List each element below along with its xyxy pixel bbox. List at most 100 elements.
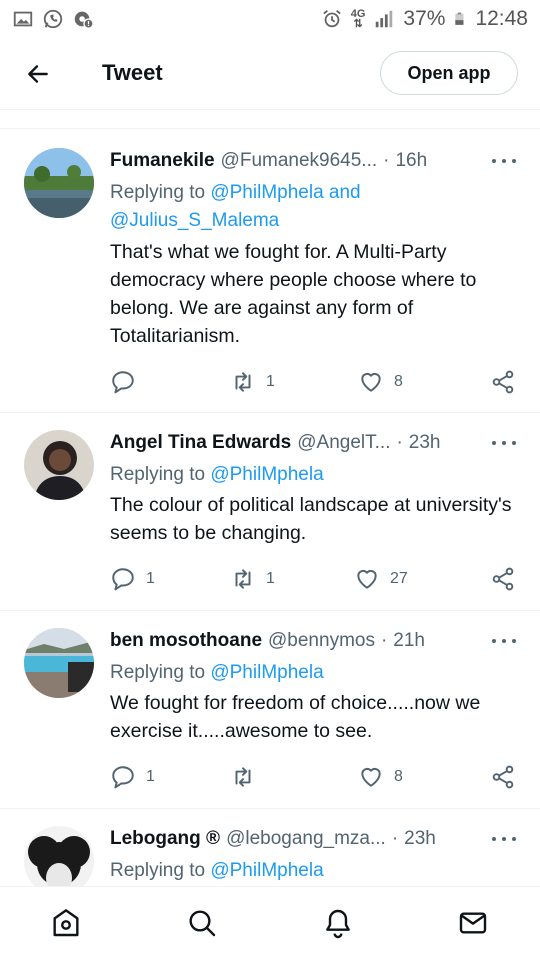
alarm-icon (322, 10, 341, 28)
more-options-icon[interactable] (492, 434, 516, 452)
mention-link[interactable]: @PhilMphela (210, 662, 323, 683)
mention-link[interactable]: @PhilMphela (210, 182, 323, 203)
like-button[interactable]: 8 (358, 368, 403, 396)
avatar[interactable] (24, 148, 94, 218)
author-name[interactable]: Fumanekile (110, 150, 215, 172)
reply-count: 1 (146, 768, 155, 785)
mention-link[interactable]: @PhilMphela (210, 860, 323, 881)
more-options-icon[interactable] (492, 152, 516, 170)
replying-to: Replying to @PhilMphela (110, 464, 324, 485)
share-icon (492, 370, 514, 394)
like-count: 8 (394, 373, 403, 390)
landscape-avatar-image (24, 148, 94, 218)
reply-icon (112, 568, 134, 591)
retweet-count: 1 (266, 373, 275, 390)
reply-button[interactable] (110, 368, 146, 396)
separator-dot: · (396, 432, 403, 453)
reply-button[interactable]: 1 (110, 565, 155, 593)
tweet[interactable]: Fumanekile @Fumanek9645... · 16h Replyin… (0, 129, 540, 413)
heart-icon (357, 569, 377, 589)
author-handle[interactable]: @bennymos (268, 630, 375, 652)
bottom-navigation (0, 886, 540, 960)
like-count: 27 (390, 570, 408, 587)
reply-count: 1 (146, 570, 155, 587)
author-name[interactable]: Lebogang ® (110, 828, 220, 850)
retweet-icon (235, 569, 251, 589)
like-count: 8 (394, 768, 403, 785)
pool-avatar-image (24, 628, 94, 698)
tweet-time[interactable]: 16h (395, 150, 427, 172)
reply-icon (112, 371, 134, 394)
replying-to: Replying to @PhilMphela (110, 860, 324, 881)
retweet-button[interactable]: 1 (230, 368, 275, 396)
tweet[interactable]: Angel Tina Edwards @AngelT... · 23h Repl… (0, 413, 540, 611)
open-app-button[interactable]: Open app (380, 51, 518, 95)
heart-icon (361, 767, 381, 787)
avatar[interactable] (24, 430, 94, 500)
tweet-header: Lebogang ® @lebogang_mza... · 23h (110, 826, 516, 852)
more-options-icon[interactable] (492, 830, 516, 848)
like-button[interactable]: 27 (354, 565, 408, 593)
person-avatar-image (24, 430, 94, 500)
avatar[interactable] (24, 628, 94, 698)
reply-icon (112, 766, 134, 789)
tweet-actions: 1 8 (110, 368, 516, 396)
search-icon (189, 910, 216, 937)
retweet-button[interactable]: 1 (230, 565, 275, 593)
author-handle[interactable]: @AngelT... (297, 432, 390, 454)
settings-notification-icon (74, 11, 94, 29)
tweet-header: ben mosothoane @bennymos · 21h (110, 628, 516, 654)
separator-dot: · (380, 630, 388, 651)
replying-to: Replying to @PhilMphela (110, 662, 324, 683)
clock: 12:48 (475, 7, 528, 30)
tweet-time[interactable]: 23h (404, 828, 436, 850)
nav-notifications[interactable] (320, 905, 356, 941)
arrow-left-icon (28, 65, 48, 83)
top-header: Tweet Open app (0, 38, 540, 110)
author-name[interactable]: ben mosothoane (110, 630, 262, 652)
author-name[interactable]: Angel Tina Edwards (110, 432, 291, 454)
share-button[interactable] (490, 565, 516, 593)
afro-avatar-image (24, 826, 94, 886)
tweet[interactable]: Lebogang ® @lebogang_mza... · 23h Replyi… (0, 809, 540, 886)
mention-link[interactable]: @PhilMphela (210, 464, 323, 485)
heart-icon (361, 372, 381, 392)
gallery-icon (13, 11, 33, 27)
tweet-time[interactable]: 23h (409, 432, 441, 454)
back-button[interactable] (22, 58, 54, 90)
tweet[interactable]: ben mosothoane @bennymos · 21h Replying … (0, 611, 540, 809)
nav-search[interactable] (184, 905, 220, 941)
tweet-header: Angel Tina Edwards @AngelT... · 23h (110, 430, 516, 456)
share-icon (492, 765, 514, 789)
nav-messages[interactable] (455, 905, 491, 941)
mention-link[interactable]: @Julius_S_Malema (110, 210, 279, 231)
signal-icon (376, 10, 393, 28)
tweet-time[interactable]: 21h (393, 630, 425, 652)
reply-button[interactable]: 1 (110, 763, 155, 791)
share-button[interactable] (490, 368, 516, 396)
avatar[interactable] (24, 826, 94, 886)
tweet-text: We fought for freedom of choice.....now … (110, 692, 481, 742)
separator-dot: · (383, 150, 390, 171)
status-bar-left (12, 8, 94, 30)
notifications-icon (326, 909, 350, 939)
retweet-count: 1 (266, 570, 275, 587)
tweet-actions: 1 1 27 (110, 565, 516, 593)
author-handle[interactable]: @lebogang_mza... (226, 828, 386, 850)
mention-and-text[interactable]: and (329, 182, 361, 203)
status-bar: 4G ⇅ 37% 12:48 (0, 0, 540, 38)
more-options-icon[interactable] (492, 632, 516, 650)
nav-home[interactable] (48, 905, 84, 941)
tweet-header: Fumanekile @Fumanek9645... · 16h (110, 148, 516, 174)
network-type-label: 4G ⇅ (350, 8, 366, 30)
separator-dot: · (391, 828, 399, 849)
tweet-text: The colour of political landscape at uni… (110, 494, 512, 544)
author-handle[interactable]: @Fumanek9645... (221, 150, 378, 172)
status-bar-right: 4G ⇅ 37% 12:48 (321, 7, 528, 31)
home-icon (53, 909, 79, 937)
retweet-button[interactable] (230, 763, 266, 791)
like-button[interactable]: 8 (358, 763, 403, 791)
retweet-icon (235, 767, 251, 787)
share-button[interactable] (490, 763, 516, 791)
messages-icon (459, 912, 487, 934)
